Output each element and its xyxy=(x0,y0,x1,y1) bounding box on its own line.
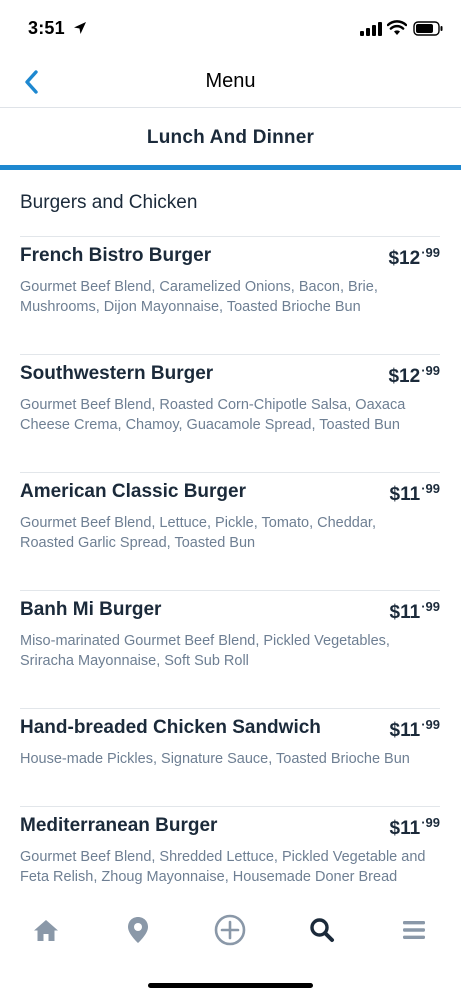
tab-search[interactable] xyxy=(302,910,342,950)
tab-home[interactable] xyxy=(26,910,66,950)
item-description: Miso-marinated Gourmet Beef Blend, Pickl… xyxy=(20,633,390,669)
location-arrow-icon xyxy=(74,22,86,34)
home-icon xyxy=(34,920,58,941)
nav-bar: Menu xyxy=(0,56,461,108)
item-name: Southwestern Burger xyxy=(20,363,214,384)
menu-item[interactable]: Hand-breaded Chicken Sandwich $11·99 Hou… xyxy=(20,708,440,806)
tab-label: Lunch And Dinner xyxy=(146,127,315,148)
price-dollars: $11 xyxy=(389,602,421,623)
item-price: $11·99 xyxy=(390,481,440,506)
menu-item[interactable]: Banh Mi Burger $11·99 Miso-marinated Gou… xyxy=(20,590,440,708)
item-description: Gourmet Beef Blend, Lettuce, Pickle, Tom… xyxy=(20,515,376,551)
cellular-signal-icon xyxy=(360,22,382,36)
wifi-icon xyxy=(387,20,407,35)
price-dollars: $12 xyxy=(388,248,421,269)
home-indicator xyxy=(148,983,313,988)
price-cents: ·99 xyxy=(421,245,440,260)
item-description: House-made Pickles, Signature Sauce, Toa… xyxy=(20,751,410,767)
item-price: $12·99 xyxy=(388,245,440,270)
menu-item[interactable]: American Classic Burger $11·99 Gourmet B… xyxy=(20,472,440,590)
item-name: American Classic Burger xyxy=(20,481,246,502)
menu-item[interactable]: Southwestern Burger $12·99 Gourmet Beef … xyxy=(20,354,440,472)
menu-item[interactable]: Mediterranean Burger $11·99 Gourmet Beef… xyxy=(20,806,440,892)
section-heading: Burgers and Chicken xyxy=(20,192,198,213)
item-name: Banh Mi Burger xyxy=(20,599,162,620)
price-dollars: $11 xyxy=(389,484,421,505)
item-price: $11·99 xyxy=(390,599,440,624)
tab-location[interactable] xyxy=(118,910,158,950)
price-dollars: $12 xyxy=(388,366,421,387)
item-price: $12·99 xyxy=(388,363,440,388)
price-dollars: $11 xyxy=(389,818,421,839)
item-price: $11·99 xyxy=(390,815,440,840)
battery-icon xyxy=(413,21,443,36)
status-bar: 3:51 xyxy=(0,0,461,56)
price-dollars: $11 xyxy=(389,720,421,741)
page-title: Menu xyxy=(205,70,256,92)
item-description: Gourmet Beef Blend, Caramelized Onions, … xyxy=(20,279,378,315)
tab-add[interactable] xyxy=(210,910,250,950)
tab-lunch-and-dinner[interactable]: Lunch And Dinner xyxy=(0,109,461,167)
price-cents: ·99 xyxy=(421,599,440,614)
menu-content: Burgers and Chicken French Bistro Burger… xyxy=(0,170,461,892)
price-cents: ·99 xyxy=(421,481,440,496)
price-cents: ·99 xyxy=(421,363,440,378)
price-cents: ·99 xyxy=(421,717,440,732)
menu-item[interactable]: French Bistro Burger $12·99 Gourmet Beef… xyxy=(20,236,440,354)
search-icon xyxy=(310,918,334,942)
item-description: Gourmet Beef Blend, Roasted Corn-Chipotl… xyxy=(20,397,406,433)
item-price: $11·99 xyxy=(390,717,440,742)
item-description: Gourmet Beef Blend, Shredded Lettuce, Pi… xyxy=(20,849,426,885)
item-name: Hand-breaded Chicken Sandwich xyxy=(20,717,321,738)
plus-circle-icon xyxy=(214,914,246,946)
price-cents: ·99 xyxy=(421,815,440,830)
location-pin-icon xyxy=(128,917,148,943)
menu-icon xyxy=(403,921,425,939)
tab-menu[interactable] xyxy=(394,910,434,950)
item-name: French Bistro Burger xyxy=(20,245,212,266)
status-time: 3:51 xyxy=(28,18,65,38)
item-name: Mediterranean Burger xyxy=(20,815,218,836)
